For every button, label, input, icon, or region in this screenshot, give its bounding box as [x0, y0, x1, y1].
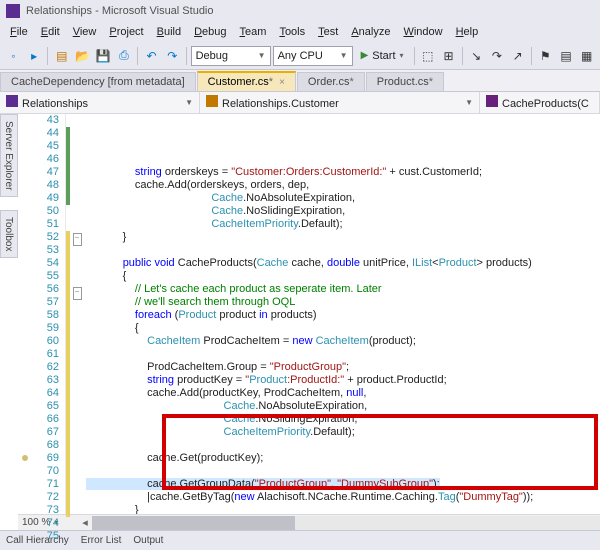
menu-analyze[interactable]: Analyze: [345, 24, 396, 40]
separator: [462, 47, 463, 65]
play-icon: ▶: [361, 50, 369, 61]
doc-tab[interactable]: Order.cs*: [297, 72, 365, 91]
menu-test[interactable]: Test: [312, 24, 344, 40]
menu-view[interactable]: View: [67, 24, 103, 40]
doc-tab[interactable]: CacheDependency [from metadata]: [0, 72, 196, 91]
nav-fwd-icon[interactable]: ▸: [25, 46, 44, 66]
chevron-down-icon: ▼: [258, 51, 266, 60]
start-button[interactable]: ▶Start ▾: [355, 46, 410, 66]
redo-icon[interactable]: ↷: [163, 46, 182, 66]
list-icon[interactable]: ▦: [577, 46, 596, 66]
fold-margin: −−: [70, 114, 84, 514]
scroll-left-icon[interactable]: ◂: [78, 516, 92, 529]
document-tabs: CacheDependency [from metadata]Customer.…: [0, 70, 600, 92]
tool-icon[interactable]: ⬚: [418, 46, 437, 66]
menu-bar: FileEditViewProjectBuildDebugTeamToolsTe…: [0, 22, 600, 42]
menu-file[interactable]: File: [4, 24, 34, 40]
code-editor[interactable]: 4344454647484950515253545556575859606162…: [18, 114, 600, 514]
menu-tools[interactable]: Tools: [273, 24, 311, 40]
platform-label: Any CPU: [278, 50, 323, 62]
nav-back-icon[interactable]: ◦: [4, 46, 23, 66]
chevron-down-icon: ▾: [400, 51, 404, 60]
nav-project-label: Relationships: [22, 98, 88, 110]
separator: [531, 47, 532, 65]
new-project-icon[interactable]: ▤: [52, 46, 71, 66]
horizontal-scrollbar[interactable]: 100 %▾ ◂: [18, 514, 600, 530]
vs-logo-icon: [6, 4, 20, 18]
side-tab-toolbox[interactable]: Toolbox: [0, 210, 18, 258]
menu-edit[interactable]: Edit: [35, 24, 66, 40]
nav-member-label: CacheProducts(C: [502, 98, 589, 110]
undo-icon[interactable]: ↶: [142, 46, 161, 66]
menu-debug[interactable]: Debug: [188, 24, 232, 40]
code-area[interactable]: string orderskeys = "Customer:Orders:Cus…: [84, 114, 600, 514]
flag-icon[interactable]: ⚑: [536, 46, 555, 66]
step-over-icon[interactable]: ↷: [488, 46, 507, 66]
list-icon[interactable]: ▤: [557, 46, 576, 66]
platform-combo[interactable]: Any CPU ▼: [273, 46, 353, 66]
menu-window[interactable]: Window: [397, 24, 448, 40]
project-icon: [6, 95, 18, 107]
main-toolbar: ◦ ▸ ▤ 📂 💾 ⎙ ↶ ↷ Debug ▼ Any CPU ▼ ▶Start ▾…: [0, 42, 600, 70]
bottom-tool-tabs: Call HierarchyError ListOutput: [0, 530, 600, 550]
nav-bar: Relationships ▼ Relationships.Customer ▼ C…: [0, 92, 600, 114]
title-bar: Relationships - Microsoft Visual Studio: [0, 0, 600, 22]
nav-member-combo[interactable]: CacheProducts(C: [480, 92, 600, 113]
nav-project-combo[interactable]: Relationships ▼: [0, 92, 200, 113]
nav-class-label: Relationships.Customer: [222, 98, 339, 110]
class-icon: [206, 95, 218, 107]
separator: [186, 47, 187, 65]
doc-tab[interactable]: Product.cs*: [366, 72, 444, 91]
line-number-gutter: 4344454647484950515253545556575859606162…: [18, 114, 66, 514]
step-out-icon[interactable]: ↗: [508, 46, 527, 66]
menu-help[interactable]: Help: [450, 24, 485, 40]
config-combo[interactable]: Debug ▼: [191, 46, 271, 66]
separator: [47, 47, 48, 65]
side-tab-server-explorer[interactable]: Server Explorer: [0, 114, 18, 197]
nav-class-combo[interactable]: Relationships.Customer ▼: [200, 92, 480, 113]
scroll-thumb[interactable]: [92, 516, 295, 530]
start-label: Start: [372, 50, 395, 62]
bottom-tab[interactable]: Error List: [81, 535, 122, 546]
menu-team[interactable]: Team: [234, 24, 273, 40]
save-icon[interactable]: 💾: [94, 46, 113, 66]
menu-build[interactable]: Build: [151, 24, 187, 40]
config-label: Debug: [196, 50, 228, 62]
menu-project[interactable]: Project: [103, 24, 149, 40]
separator: [137, 47, 138, 65]
chevron-down-icon: ▼: [340, 51, 348, 60]
method-icon: [486, 95, 498, 107]
open-file-icon[interactable]: 📂: [73, 46, 92, 66]
scroll-track[interactable]: [92, 516, 600, 530]
window-title: Relationships - Microsoft Visual Studio: [26, 5, 214, 17]
chevron-down-icon: ▼: [185, 98, 193, 107]
tool-icon[interactable]: ⊞: [439, 46, 458, 66]
separator: [414, 47, 415, 65]
bottom-tab[interactable]: Output: [133, 535, 163, 546]
save-all-icon[interactable]: ⎙: [115, 46, 134, 66]
step-into-icon[interactable]: ↘: [467, 46, 486, 66]
chevron-down-icon: ▼: [465, 98, 473, 107]
doc-tab[interactable]: Customer.cs*×: [197, 71, 296, 91]
